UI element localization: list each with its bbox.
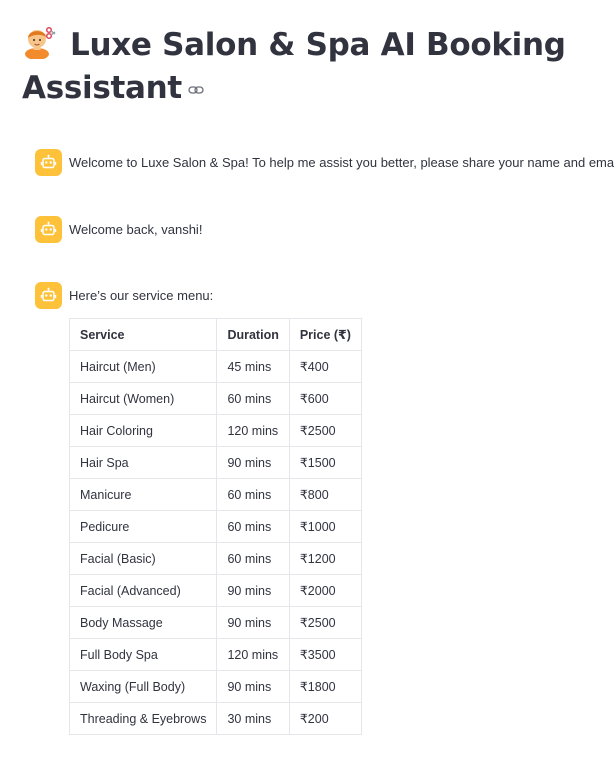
cell-service: Manicure (68, 478, 218, 511)
cell-service: Hair Coloring (68, 414, 218, 447)
cell-duration: 30 mins (216, 702, 290, 735)
robot-icon (40, 154, 57, 169)
cell-duration: 90 mins (216, 670, 290, 703)
cell-service: Haircut (Women) (68, 382, 218, 415)
table-row: Hair Coloring 120 mins ₹2500 (68, 414, 362, 447)
cell-price: ₹1800 (288, 670, 362, 703)
table-row: Full Body Spa 120 mins ₹3500 (68, 638, 362, 671)
cell-duration: 120 mins (216, 638, 290, 671)
page-title: Luxe Salon & Spa AI Booking Assistant (22, 24, 602, 110)
cell-price: ₹2500 (288, 414, 362, 447)
cell-service: Full Body Spa (68, 638, 218, 671)
table-row: Body Massage 90 mins ₹2500 (68, 606, 362, 639)
table-row: Hair Spa 90 mins ₹1500 (68, 446, 362, 479)
cell-price: ₹200 (288, 702, 362, 735)
cell-price: ₹400 (288, 350, 362, 383)
service-menu-table: Service Duration Price (₹) Haircut (Men)… (68, 318, 362, 735)
cell-price: ₹2500 (288, 606, 362, 639)
cell-service: Hair Spa (68, 446, 218, 479)
chat-message-text: Welcome back, vanshi! (69, 222, 203, 237)
cell-price: ₹3500 (288, 638, 362, 671)
cell-duration: 60 mins (216, 478, 290, 511)
chat-message-text: Welcome to Luxe Salon & Spa! To help me … (69, 155, 614, 170)
table-row: Manicure 60 mins ₹800 (68, 478, 362, 511)
cell-price: ₹800 (288, 478, 362, 511)
cell-duration: 90 mins (216, 606, 290, 639)
cell-service: Threading & Eyebrows (68, 702, 218, 735)
cell-price: ₹600 (288, 382, 362, 415)
cell-service: Body Massage (68, 606, 218, 639)
cell-price: ₹1500 (288, 446, 362, 479)
cell-service: Haircut (Men) (68, 350, 218, 383)
assistant-avatar (35, 282, 62, 309)
table-row: Waxing (Full Body) 90 mins ₹1800 (68, 670, 362, 703)
column-header-service: Service (68, 318, 218, 351)
cell-price: ₹1000 (288, 510, 362, 543)
page-title-text: Luxe Salon & Spa AI Booking Assistant (22, 27, 566, 106)
cell-service: Facial (Advanced) (68, 574, 218, 607)
chat-message-text: Here’s our service menu: (69, 288, 214, 303)
table-row: Pedicure 60 mins ₹1000 (68, 510, 362, 543)
cell-duration: 120 mins (216, 414, 290, 447)
cell-duration: 60 mins (216, 542, 290, 575)
table-row: Threading & Eyebrows 30 mins ₹200 (68, 702, 362, 735)
cell-duration: 60 mins (216, 382, 290, 415)
cell-price: ₹2000 (288, 574, 362, 607)
cell-service: Facial (Basic) (68, 542, 218, 575)
column-header-duration: Duration (216, 318, 290, 351)
cell-service: Pedicure (68, 510, 218, 543)
cell-service: Waxing (Full Body) (68, 670, 218, 703)
assistant-avatar (35, 149, 62, 176)
cell-duration: 45 mins (216, 350, 290, 383)
assistant-avatar (35, 216, 62, 243)
cell-duration: 60 mins (216, 510, 290, 543)
column-header-price: Price (₹) (288, 318, 362, 351)
table-row: Haircut (Women) 60 mins ₹600 (68, 382, 362, 415)
cell-price: ₹1200 (288, 542, 362, 575)
table-row: Haircut (Men) 45 mins ₹400 (68, 350, 362, 383)
cell-duration: 90 mins (216, 574, 290, 607)
robot-icon (40, 221, 57, 236)
table-row: Facial (Advanced) 90 mins ₹2000 (68, 574, 362, 607)
table-header-row: Service Duration Price (₹) (68, 318, 362, 351)
robot-icon (40, 287, 57, 302)
person-getting-haircut-icon (25, 26, 56, 59)
table-row: Facial (Basic) 60 mins ₹1200 (68, 542, 362, 575)
link-icon[interactable] (188, 84, 204, 96)
cell-duration: 90 mins (216, 446, 290, 479)
